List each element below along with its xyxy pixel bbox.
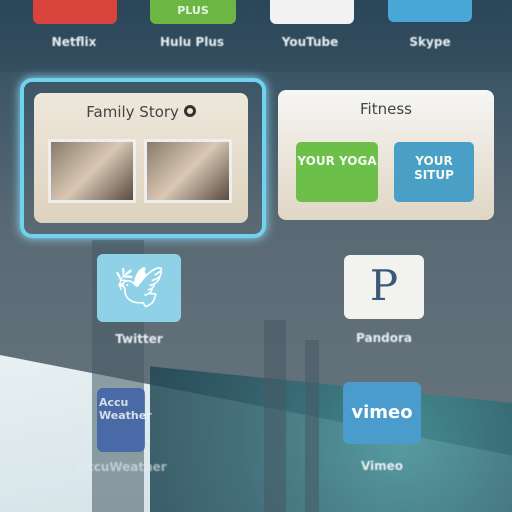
- reflection-frame: [305, 340, 319, 512]
- fitness-title: Fitness: [360, 100, 412, 118]
- netflix-label: Netflix: [51, 35, 97, 49]
- family-story-title: Family Story: [86, 103, 179, 121]
- your-yoga-tile[interactable]: YOUR YOGA: [296, 142, 378, 202]
- youtube-app[interactable]: [270, 0, 354, 24]
- skype-app[interactable]: [388, 0, 472, 22]
- twitter-label: Twitter: [115, 332, 163, 346]
- skype-label: Skype: [409, 35, 451, 49]
- accuweather-label: AccuWeather: [77, 460, 167, 474]
- pandora-label: Pandora: [356, 331, 412, 345]
- reflection-frame: [264, 320, 286, 512]
- accuweather-app[interactable]: Accu Weather: [97, 388, 152, 452]
- fitness-card[interactable]: Fitness YOUR YOGA YOUR SITUP: [278, 90, 494, 220]
- hulu-tile-text: PLUS: [177, 4, 209, 17]
- circle-icon: [183, 105, 196, 117]
- reflection-water: [150, 366, 512, 512]
- twitter-bird-icon: 🕊: [113, 265, 165, 311]
- vimeo-app[interactable]: vimeo: [343, 382, 421, 444]
- twitter-app[interactable]: 🕊: [97, 254, 181, 322]
- pandora-app[interactable]: P: [344, 255, 424, 319]
- your-situp-tile[interactable]: YOUR SITUP: [394, 142, 474, 202]
- youtube-label: YouTube: [281, 35, 339, 49]
- family-story-card[interactable]: Family Story: [34, 93, 248, 223]
- hulu-plus-app[interactable]: PLUS: [150, 0, 236, 24]
- netflix-app[interactable]: [33, 0, 117, 24]
- family-photo: [48, 139, 136, 203]
- hulu-plus-label: Hulu Plus: [159, 35, 224, 49]
- family-photo: [144, 139, 232, 203]
- vimeo-label: Vimeo: [360, 459, 404, 473]
